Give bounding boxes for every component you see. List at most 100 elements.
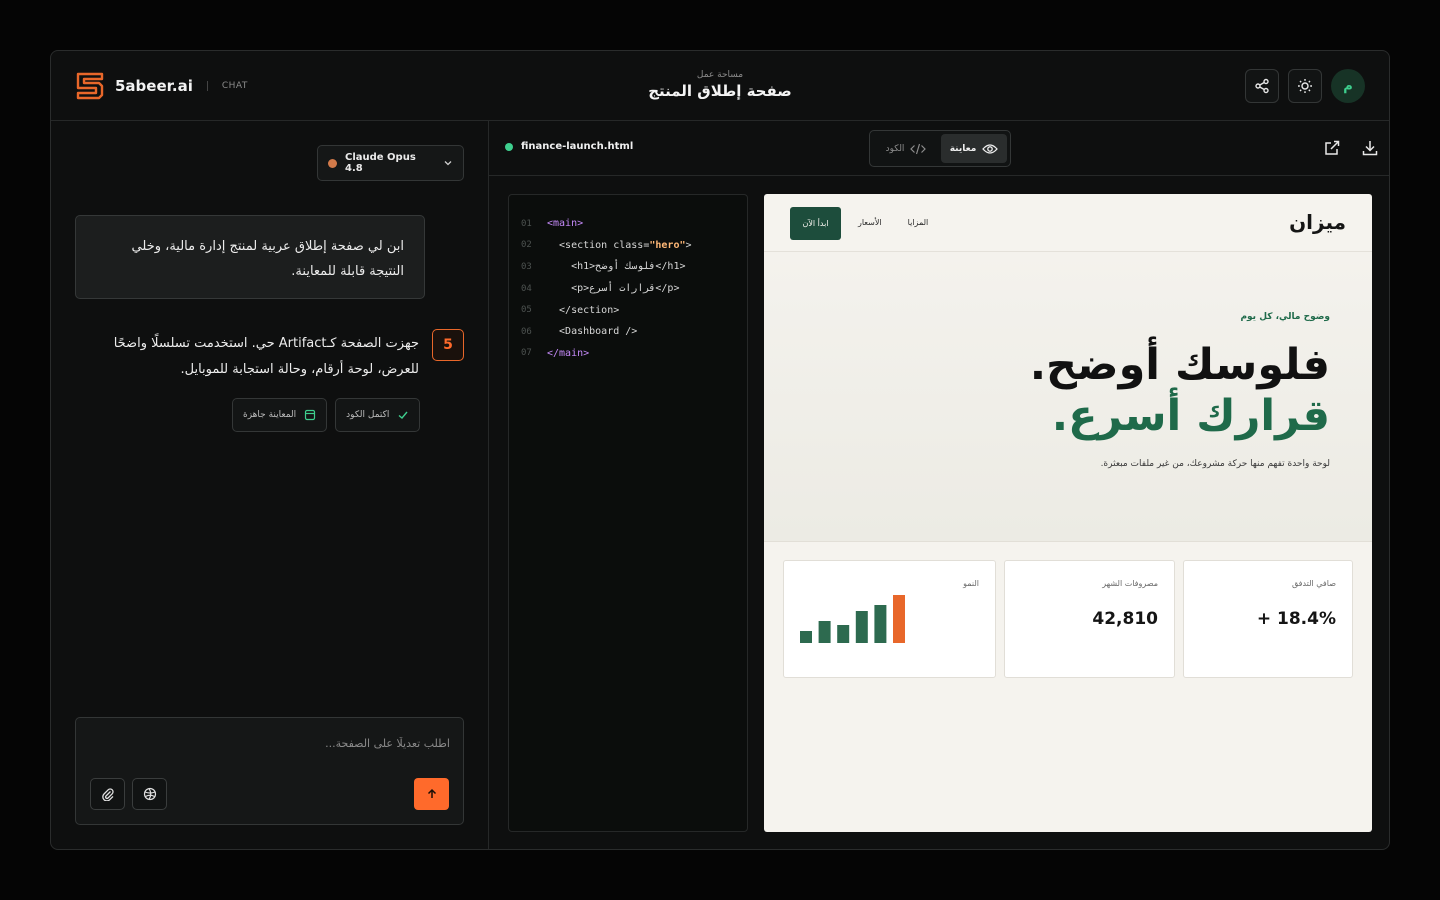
- code-token: <main>: [547, 218, 584, 230]
- preview-logo[interactable]: ميزان: [1289, 210, 1346, 234]
- assistant-avatar: 5: [432, 329, 464, 361]
- download-icon[interactable]: [1361, 139, 1379, 157]
- card-label: النمو: [963, 579, 979, 588]
- workspace-label: مساحة عمل: [696, 70, 744, 80]
- bar-2: [818, 621, 831, 643]
- app-window: 5abeer.ai CHAT مساحة عمل صفحة إطلاق المن…: [50, 50, 1390, 850]
- artifact-toolbar: finance-launch.html الكود معاينة: [489, 121, 1389, 176]
- code-line: 03 <h1>فلوسك أوضح</h1>: [521, 256, 735, 278]
- tab-preview[interactable]: معاينة: [941, 134, 1007, 163]
- line-number: 04: [521, 283, 532, 294]
- code-line: 06 <Dashboard />: [521, 321, 735, 343]
- file-status-dot: [505, 142, 513, 151]
- bar-1: [800, 631, 812, 643]
- window-icon: [305, 409, 316, 421]
- card-label: مصروفات الشهر: [1102, 579, 1158, 588]
- user-message: ابن لي صفحة إطلاق عربية لمنتج إدارة مالي…: [75, 215, 425, 299]
- page-title: صفحة إطلاق المنتج: [648, 82, 792, 100]
- code-token: <section class=: [547, 239, 650, 251]
- nav-link-features[interactable]: المزايا: [908, 218, 929, 227]
- model-selector[interactable]: Claude Opus 4.8: [317, 145, 464, 181]
- bar-5: [874, 605, 887, 643]
- line-number: 01: [521, 218, 532, 229]
- start-now-button[interactable]: ابدأ الآن: [790, 207, 841, 240]
- bar-3: [837, 625, 850, 643]
- line-number: 05: [521, 305, 532, 316]
- model-status-dot: [328, 158, 337, 168]
- line-number: 07: [521, 348, 532, 359]
- check-icon: [398, 411, 408, 419]
- send-button[interactable]: [414, 778, 449, 810]
- hero-eyebrow: وضوح مالي، كل يوم: [1240, 312, 1330, 322]
- bar-4: [855, 611, 868, 643]
- arrow-up-icon: [427, 788, 436, 798]
- status-chips: المعاينة جاهزة اكتمل الكود: [232, 398, 421, 432]
- code-line: 05 </section>: [521, 299, 735, 321]
- code-complete-chip[interactable]: اكتمل الكود: [335, 398, 421, 432]
- attach-button[interactable]: [90, 778, 125, 810]
- code-token: <Dashboard />: [547, 326, 638, 338]
- message-input[interactable]: [90, 732, 450, 754]
- web-search-button[interactable]: [132, 778, 167, 810]
- preview-nav: ميزان المزايا الأسعار ابدأ الآن: [764, 194, 1372, 252]
- share-button[interactable]: [1245, 69, 1279, 103]
- bar-6: [893, 595, 905, 643]
- artifact-panel: finance-launch.html الكود معاينة 01 <mai…: [489, 121, 1389, 849]
- code-token: </section>: [547, 304, 620, 316]
- header-actions: م: [1245, 69, 1365, 103]
- code-token: <h1>فلوسك أوضح</h1>: [547, 261, 686, 273]
- tab-code[interactable]: الكود: [873, 134, 939, 163]
- assistant-message: جهزت الصفحة كـArtifact حي. استخدمت تسلسل…: [113, 336, 419, 377]
- code-line: 04 <p>قرارات أسرع</p>: [521, 278, 735, 300]
- net-flow-card: صافي التدفق + 18.4%: [1183, 560, 1353, 678]
- code-token: >: [685, 239, 692, 251]
- chip-label: المعاينة جاهزة: [243, 410, 297, 420]
- monthly-expenses-card: مصروفات الشهر 42,810: [1004, 560, 1175, 678]
- card-value: 42,810: [1092, 609, 1158, 629]
- tab-label: معاينة: [949, 143, 977, 154]
- model-name: Claude Opus 4.8: [345, 152, 416, 174]
- preview-frame: ميزان المزايا الأسعار ابدأ الآن وضوح مال…: [764, 194, 1372, 832]
- code-icon: [910, 143, 927, 154]
- growth-bar-chart: [800, 595, 905, 643]
- chat-panel: Claude Opus 4.8 ابن لي صفحة إطلاق عربية …: [51, 121, 489, 849]
- code-line: 07 </main>: [521, 343, 735, 365]
- tab-label: الكود: [885, 143, 905, 154]
- preview-hero: وضوح مالي، كل يوم فلوسك أوضح. قرارك أسرع…: [764, 252, 1372, 542]
- card-value: + 18.4%: [1256, 609, 1336, 629]
- hero-headline-accent: قرارك أسرع.: [1051, 391, 1330, 441]
- avatar[interactable]: م: [1331, 69, 1365, 103]
- theme-toggle-button[interactable]: [1288, 69, 1322, 103]
- eye-icon: [982, 143, 999, 154]
- code-editor[interactable]: 01 <main> 02 <section class= "hero" >03 <h1>…: [508, 194, 748, 832]
- file-tab[interactable]: finance-launch.html: [505, 141, 633, 152]
- hero-headline: فلوسك أوضح.: [1029, 340, 1330, 390]
- preview-nav-links: المزايا الأسعار: [858, 218, 928, 227]
- file-name: finance-launch.html: [521, 141, 634, 152]
- metric-cards: النمو مصروفات الشهر 42,810 صافي التدفق +…: [783, 560, 1353, 678]
- code-token: "hero": [649, 239, 686, 251]
- top-header: 5abeer.ai CHAT مساحة عمل صفحة إطلاق المن…: [51, 51, 1389, 121]
- code-line: 01 <main>: [521, 213, 735, 235]
- code-token: <p>قرارات أسرع</p>: [547, 283, 680, 295]
- view-toggle: الكود معاينة: [869, 130, 1011, 167]
- code-line: 02 <section class= "hero" >: [521, 235, 735, 257]
- chip-label: اكتمل الكود: [346, 410, 390, 420]
- artifact-actions: [1323, 139, 1379, 157]
- share-icon: [1255, 78, 1269, 94]
- line-number: 06: [521, 326, 532, 337]
- sun-icon: [1298, 79, 1312, 93]
- nav-link-pricing[interactable]: الأسعار: [858, 218, 882, 227]
- growth-card: النمو: [783, 560, 996, 678]
- external-link-icon[interactable]: [1323, 139, 1341, 157]
- composer: [75, 717, 464, 825]
- line-number: 02: [521, 240, 532, 251]
- globe-icon: [143, 787, 156, 801]
- hero-subtitle: لوحة واحدة تفهم منها حركة مشروعك، من غير…: [1100, 459, 1330, 469]
- preview-ready-chip[interactable]: المعاينة جاهزة: [232, 398, 328, 432]
- card-label: صافي التدفق: [1291, 579, 1336, 588]
- line-number: 03: [521, 261, 532, 272]
- page-title-block: مساحة عمل صفحة إطلاق المنتج: [51, 70, 1389, 100]
- code-token: </main>: [547, 347, 590, 359]
- chevron-down-icon: [444, 161, 452, 166]
